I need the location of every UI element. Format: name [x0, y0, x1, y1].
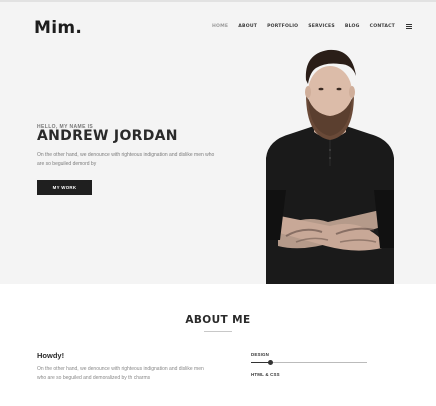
site-logo[interactable]: Mim.: [34, 18, 82, 38]
nav-portfolio[interactable]: PORTFOLIO: [267, 24, 298, 29]
hero-intro: On the other hand, we denounce with righ…: [37, 152, 215, 167]
nav-contact[interactable]: CONTACT: [370, 24, 395, 29]
skill-bar-design: [251, 360, 367, 365]
portrait-image: [266, 49, 394, 284]
about-heading: Howdy!: [37, 351, 65, 360]
skill-label-design: DESIGN: [251, 352, 270, 357]
title-divider: [204, 331, 232, 332]
hero-section: Mim. HOME ABOUT PORTFOLIO SERVICES BLOG …: [0, 0, 436, 284]
skill-handle-design[interactable]: [268, 360, 274, 365]
my-work-button[interactable]: MY WORK: [37, 180, 92, 195]
nav-blog[interactable]: BLOG: [345, 24, 360, 29]
main-nav: HOME ABOUT PORTFOLIO SERVICES BLOG CONTA…: [212, 24, 412, 29]
skill-label-html-css: HTML & CSS: [251, 372, 280, 377]
hero-name: ANDREW JORDAN: [37, 128, 178, 144]
nav-home[interactable]: HOME: [212, 24, 228, 29]
nav-services[interactable]: SERVICES: [308, 24, 335, 29]
hamburger-menu-icon[interactable]: [406, 24, 412, 29]
nav-about[interactable]: ABOUT: [238, 24, 257, 29]
about-text: On the other hand, we denounce with righ…: [37, 366, 204, 381]
top-border: [0, 0, 436, 2]
about-title: ABOUT ME: [185, 314, 251, 326]
